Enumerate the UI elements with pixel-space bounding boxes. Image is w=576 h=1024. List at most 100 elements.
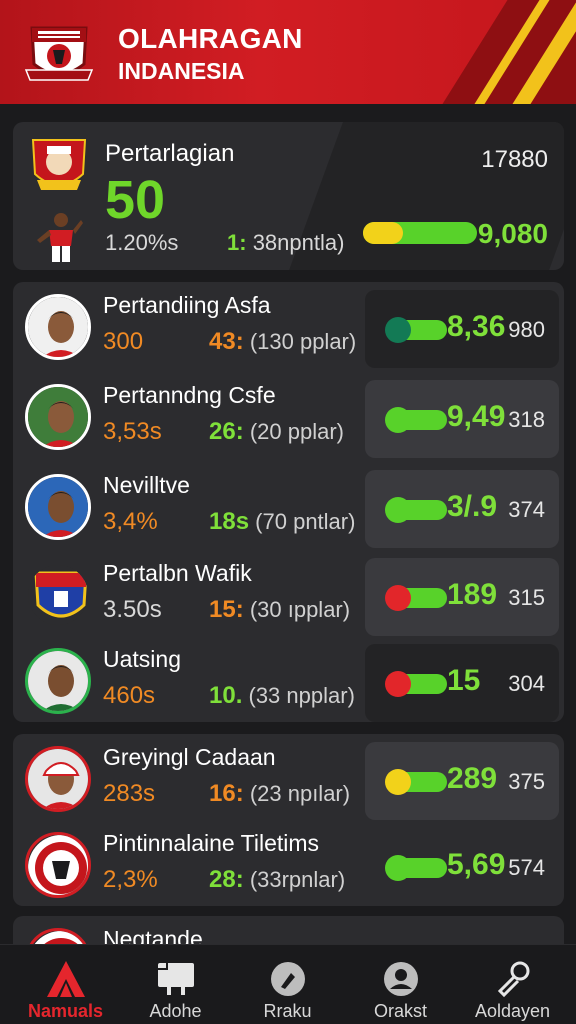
avatar <box>25 648 91 714</box>
avatar <box>25 832 91 898</box>
featured-count: 17880 <box>481 146 548 173</box>
stat-value: 15 <box>447 664 481 697</box>
list-item[interactable]: Pertalbn Wafik 3.50s 15: (30 ıpplar) 189 315 <box>13 552 564 640</box>
stat-sub: 315 <box>508 585 545 610</box>
status-dot <box>385 585 411 611</box>
avatar <box>25 384 91 450</box>
matches-text: (70 pntlar) <box>255 509 356 534</box>
stat-panel: 189 315 <box>365 558 559 636</box>
status-dot <box>385 671 411 697</box>
team-name: Pertalbn Wafik <box>103 560 252 586</box>
player-icon <box>37 213 83 262</box>
status-dot <box>385 497 411 523</box>
stat-value: 9,49 <box>447 400 506 433</box>
featured-matches-num: 1: <box>227 230 247 255</box>
list-item[interactable]: Pintinnalaine Tiletims 2,3% 28: (33rpnlar)… <box>13 822 564 906</box>
matches-num: 15: <box>209 596 244 623</box>
nav-item-profile[interactable]: Orakst <box>343 945 458 1024</box>
nav-label: Rraku <box>263 1001 312 1021</box>
nav-label: Namuals <box>27 1001 104 1021</box>
status-dot <box>385 769 411 795</box>
team-percent: 2,3% <box>103 866 158 893</box>
profile-icon <box>384 962 418 996</box>
nav-label: Aoldayen <box>474 1001 551 1021</box>
list-item[interactable]: Uatsing 460s 10. (33 npplar) 15 304 <box>13 638 564 722</box>
matches-num: 43: <box>209 328 244 355</box>
team-matches: 10. (33 npplar) <box>209 682 355 710</box>
featured-card[interactable]: Pertarlagian 50 1.20%s 1: 38npntla) 1788… <box>13 122 564 270</box>
team-name: Pertandiing Asfa <box>103 292 271 318</box>
nav-item-ball[interactable]: Rraku <box>230 945 345 1024</box>
nav-label: Orakst <box>373 1001 427 1021</box>
stat-panel: 289 375 <box>365 742 559 820</box>
team-percent: 460s <box>103 682 156 709</box>
list-item[interactable]: Greyingl Cadaan 283s 16: (23 npılar) 289 375 <box>13 736 564 824</box>
home-triangle-icon <box>47 961 85 997</box>
stat-value: 289 <box>447 762 498 795</box>
team-matches: 28: (33rpnlar) <box>209 866 345 894</box>
featured-title: Pertarlagian <box>105 140 235 167</box>
shield-crest-icon <box>31 139 87 190</box>
standings-group: Greyingl Cadaan 283s 16: (23 npılar) 289 375… <box>13 734 564 906</box>
matches-num: 26: <box>209 418 244 445</box>
featured-progress-bar <box>363 222 477 244</box>
stat-sub: 318 <box>508 407 545 432</box>
matches-num: 18s <box>209 508 250 535</box>
matches-num: 10. <box>209 682 243 709</box>
bottom-nav: Namuals Adohe Rraku Orakst Aoldayen <box>0 944 576 1024</box>
stat-sub: 980 <box>508 317 545 342</box>
list-item[interactable]: Pertanndng Csfe 3,53s 26: (20 pplar) 9,49 31… <box>13 374 564 462</box>
stat-sub: 304 <box>508 671 545 696</box>
board-icon <box>158 963 194 995</box>
team-percent: 300 <box>103 328 144 355</box>
team-percent: 283s <box>103 780 156 807</box>
featured-percent: 1.20%s <box>105 230 179 255</box>
matches-num: 28: <box>209 866 244 893</box>
team-matches: 26: (20 pplar) <box>209 418 344 446</box>
matches-text: (30 ıpplar) <box>249 597 351 622</box>
ball-icon <box>271 962 305 996</box>
app-header: OLAHRAGAN INDANESIA <box>0 0 576 104</box>
settings-icon <box>497 961 530 998</box>
team-matches: 18s (70 pntlar) <box>209 508 355 536</box>
standings-group: Pertandiing Asfa 300 43: (130 pplar) 8,36 98… <box>13 282 564 722</box>
matches-text: (20 pplar) <box>249 419 344 444</box>
stat-value: 8,36 <box>447 310 506 343</box>
team-name: Pintinnalaine Tiletims <box>103 830 320 856</box>
nav-item-board[interactable]: Adohe <box>118 945 233 1024</box>
stat-value: 5,69 <box>447 848 506 881</box>
stat-panel: 9,49 318 <box>365 380 559 458</box>
nav-label: Adohe <box>149 1001 202 1021</box>
list-item[interactable]: Nevilltve 3,4% 18s (70 pntlar) 3/.9 374 <box>13 464 564 552</box>
team-matches: 16: (23 npılar) <box>209 780 350 808</box>
team-name: Greyingl Cadaan <box>103 744 276 770</box>
stat-panel: 5,69 574 <box>365 828 559 906</box>
app-title: OLAHRAGAN <box>118 23 303 54</box>
team-name: Pertanndng Csfe <box>103 382 276 408</box>
avatar <box>25 474 91 540</box>
team-matches: 15: (30 ıpplar) <box>209 596 350 624</box>
featured-matches-text: 38npntla) <box>252 230 345 255</box>
club-crest-icon[interactable] <box>24 20 94 86</box>
stat-value: 189 <box>447 578 498 611</box>
nav-item-home[interactable]: Namuals <box>8 945 123 1024</box>
nav-item-settings[interactable]: Aoldayen <box>455 945 570 1024</box>
list-item[interactable]: Pertandiing Asfa 300 43: (130 pplar) 8,36 98… <box>13 284 564 372</box>
featured-value: 9,080 <box>477 218 548 249</box>
matches-num: 16: <box>209 780 244 807</box>
avatar <box>25 746 91 812</box>
team-name: Uatsing <box>103 646 181 672</box>
stat-panel: 3/.9 374 <box>365 470 559 548</box>
status-dot <box>385 317 411 343</box>
avatar <box>25 562 91 628</box>
stat-sub: 375 <box>508 769 545 794</box>
app-subtitle: INDANESIA <box>118 58 245 84</box>
stat-sub: 374 <box>508 497 545 522</box>
featured-score: 50 <box>105 170 166 230</box>
stat-value: 3/.9 <box>447 490 498 523</box>
team-percent: 3,4% <box>103 508 158 535</box>
team-matches: 43: (130 pplar) <box>209 328 356 356</box>
matches-text: (23 npılar) <box>249 781 351 806</box>
matches-text: (130 pplar) <box>249 329 357 354</box>
team-percent: 3.50s <box>103 596 162 623</box>
